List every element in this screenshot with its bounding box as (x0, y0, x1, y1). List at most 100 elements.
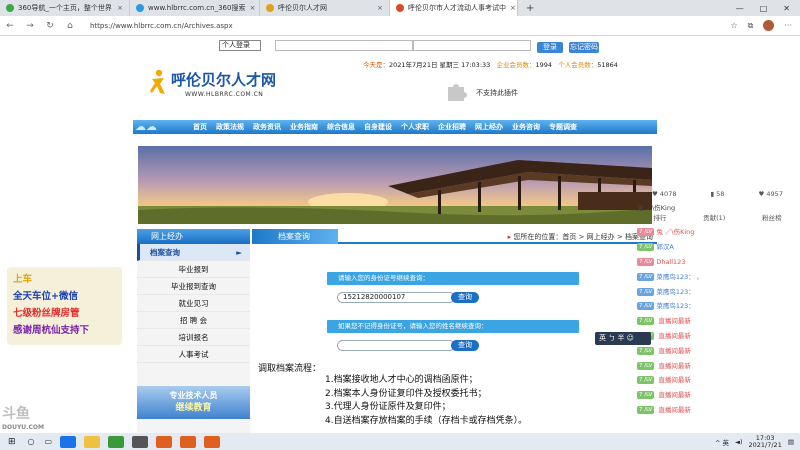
app-icon[interactable] (156, 435, 173, 448)
nav-item-policy[interactable]: 政策法规 (216, 120, 244, 134)
chat-user[interactable]: 菜鹰鸟123： (656, 300, 694, 312)
name-query-button[interactable]: 查询 (451, 340, 479, 351)
login-button[interactable]: 登录 (537, 41, 563, 53)
chat-message: 7 /LV 菜鹰鸟123： (637, 299, 800, 314)
chat-text: 直播间最新 (658, 405, 691, 414)
browser-tab[interactable]: 360导航_一个主页，整个世界 × (0, 0, 130, 16)
flow-steps: 1.档案接收地人才中心的调档函原件； 2.档案本人身份证复印件及授权委托书； 3… (325, 374, 527, 428)
chat-user[interactable]: Dhall123 (656, 256, 685, 268)
notification-icon[interactable]: ▤ (788, 438, 794, 446)
new-tab-button[interactable]: + (518, 3, 542, 14)
nav-item-self[interactable]: 自身建设 (364, 120, 392, 134)
sidebar-item-job-fair[interactable]: 招 聘 会 (137, 312, 250, 329)
sidebar-item-archive-query[interactable]: 档案查询 ► (137, 244, 250, 261)
minimize-icon[interactable]: — (736, 4, 744, 13)
forgot-password-button[interactable]: 忘记密码 (569, 41, 599, 53)
chat-message: 7 /LV 兔 ／\伤King (637, 225, 800, 240)
chat-message: 7 /LV直播间最新 (637, 358, 800, 373)
stream-overlay-banner: 上车 全天车位+微信 七级粉丝牌房管 感谢周杭仙支持下 (7, 267, 122, 345)
nav-item-online[interactable]: 网上经办 (475, 120, 503, 134)
chat-user[interactable]: 郭汉A (656, 241, 673, 253)
live-chat-panel: ♥ 4078 ▮ 58 ♥ 4957 兔 ／\伤King 排行 贡献(1) 粉丝… (635, 36, 800, 433)
tab-favicon-icon (396, 4, 404, 12)
close-tab-icon[interactable]: × (510, 4, 516, 12)
app-icon[interactable] (132, 435, 149, 448)
browser-tab[interactable]: 呼伦贝尔人才网 × (260, 0, 390, 16)
app-icon[interactable] (180, 435, 197, 448)
refresh-icon[interactable]: ↻ (40, 21, 60, 31)
file-explorer-icon[interactable] (84, 435, 101, 448)
sidebar-item-training[interactable]: 培训报名 (137, 329, 250, 346)
home-icon[interactable]: ⌂ (60, 21, 80, 31)
person-count: 51864 (597, 61, 618, 69)
flow-title: 调取档案流程： (258, 364, 322, 374)
chat-text: 直播间最新 (658, 346, 691, 355)
clock[interactable]: 17:03 2021/7/21 (749, 434, 782, 449)
close-tab-icon[interactable]: × (117, 4, 123, 12)
chat-tab-fans[interactable]: 粉丝榜 (762, 212, 782, 224)
nav-item-guide[interactable]: 业务指南 (290, 120, 318, 134)
edge-icon[interactable] (60, 435, 77, 448)
close-window-icon[interactable]: ✕ (783, 4, 790, 13)
search-icon[interactable]: ○ (28, 437, 35, 446)
toolbar-right: ☆ ⧉ ··· (730, 20, 800, 31)
chat-message: 7 /LV直播间最新 (637, 373, 800, 388)
nav-item-home[interactable]: 首页 (193, 120, 207, 134)
id-number-input[interactable]: 15212820000107 (337, 292, 455, 303)
chat-user[interactable]: 菜鹰鸟123： (656, 286, 694, 298)
sidebar-item-exam[interactable]: 人事考试 (137, 346, 250, 363)
login-type-select[interactable]: 个人登录 (219, 40, 261, 51)
sidebar-item-graduate-report[interactable]: 毕业报到 (137, 261, 250, 278)
close-tab-icon[interactable]: × (249, 4, 255, 12)
maximize-icon[interactable]: □ (760, 4, 768, 13)
volume-icon[interactable]: ◄) (735, 438, 743, 446)
nav-item-consult[interactable]: 业务咨询 (512, 120, 540, 134)
forward-icon[interactable]: → (20, 21, 40, 31)
nav-item-news[interactable]: 政务资讯 (253, 120, 281, 134)
chat-text: 直播间最新 (658, 391, 691, 400)
close-tab-icon[interactable]: × (377, 4, 383, 12)
name-query-box: 如果您不记得身份证号，请输入您的姓名继续查询： 查询 (327, 320, 579, 358)
site-logo-url: WWW.HLBRRC.COM.CN (185, 91, 264, 98)
chat-tab-contribution[interactable]: 贡献(1) (703, 212, 725, 224)
chat-user[interactable]: 菜鹰鸟123： (656, 271, 694, 283)
windows-start-icon[interactable]: ⊞ (8, 437, 16, 447)
page-viewport: 个人登录 登录 忘记密码 呼伦贝尔人才网 WWW.HLBRRC.COM.CN 今… (0, 36, 800, 433)
browser-tab[interactable]: www.hlbrrc.com.cn_360搜索 × (130, 0, 260, 16)
browser-icon[interactable] (108, 435, 125, 448)
plugin-puzzle-icon (448, 84, 467, 101)
collections-icon[interactable]: ⧉ (748, 21, 754, 31)
url-field[interactable]: https://www.hlbrrc.com.cn/Archives.aspx (86, 19, 686, 33)
chat-message: 7 /LV 菜鹰鸟123：。 (637, 269, 800, 284)
ime-toolbar[interactable]: 英 ㄅ 半 ☺ (595, 332, 651, 345)
avatar[interactable] (763, 20, 775, 31)
nav-item-jobseek[interactable]: 个人求职 (401, 120, 429, 134)
chat-user[interactable]: 兔 ／\伤King (656, 226, 694, 238)
task-view-icon[interactable]: ▭ (45, 437, 53, 446)
chat-tab-rank[interactable]: 排行 (653, 212, 666, 224)
browser-tab-active[interactable]: 呼伦贝尔市人才流动人事考试中 × (390, 0, 518, 16)
chat-message: 7 /LV 郭汉A (637, 240, 800, 255)
id-query-button[interactable]: 查询 (451, 292, 479, 303)
app-icon[interactable] (204, 435, 221, 448)
left-sidebar: 网上经办 档案查询 ► 毕业报到 毕业报到查询 就业见习 招 聘 会 培训报名 人… (137, 229, 250, 433)
nav-item-info[interactable]: 综合信息 (327, 120, 355, 134)
password-field[interactable] (413, 40, 531, 51)
banner-image (138, 146, 652, 224)
name-input[interactable] (337, 340, 455, 351)
nav-item-recruit[interactable]: 企业招聘 (438, 120, 466, 134)
username-field[interactable] (275, 40, 413, 51)
sidebar-item-report-query[interactable]: 毕业报到查询 (137, 278, 250, 295)
tray-text[interactable]: ^ 英 (715, 437, 729, 447)
favorites-icon[interactable]: ☆ (730, 21, 737, 30)
main-content: 档案查询 ▸ 您所在的位置：首页 > 网上经办 > 档案查询 请输入您的身份证号… (252, 229, 657, 433)
chat-messages: 7 /LV 兔 ／\伤King 7 /LV 郭汉A 7 /LV Dhall123 7 … (637, 225, 800, 417)
chat-text: 直播间最新 (658, 317, 691, 326)
back-icon[interactable]: ← (0, 21, 20, 31)
more-icon[interactable]: ··· (784, 21, 792, 30)
sidebar-item-internship[interactable]: 就业见习 (137, 295, 250, 312)
site-container: 个人登录 登录 忘记密码 呼伦贝尔人才网 WWW.HLBRRC.COM.CN 今… (133, 36, 657, 433)
site-logo-title[interactable]: 呼伦贝尔人才网 (171, 69, 276, 90)
continuing-education-ad[interactable]: 专业技术人员 继续教育 (137, 386, 250, 419)
nav-item-survey[interactable]: 专题调查 (549, 120, 577, 134)
